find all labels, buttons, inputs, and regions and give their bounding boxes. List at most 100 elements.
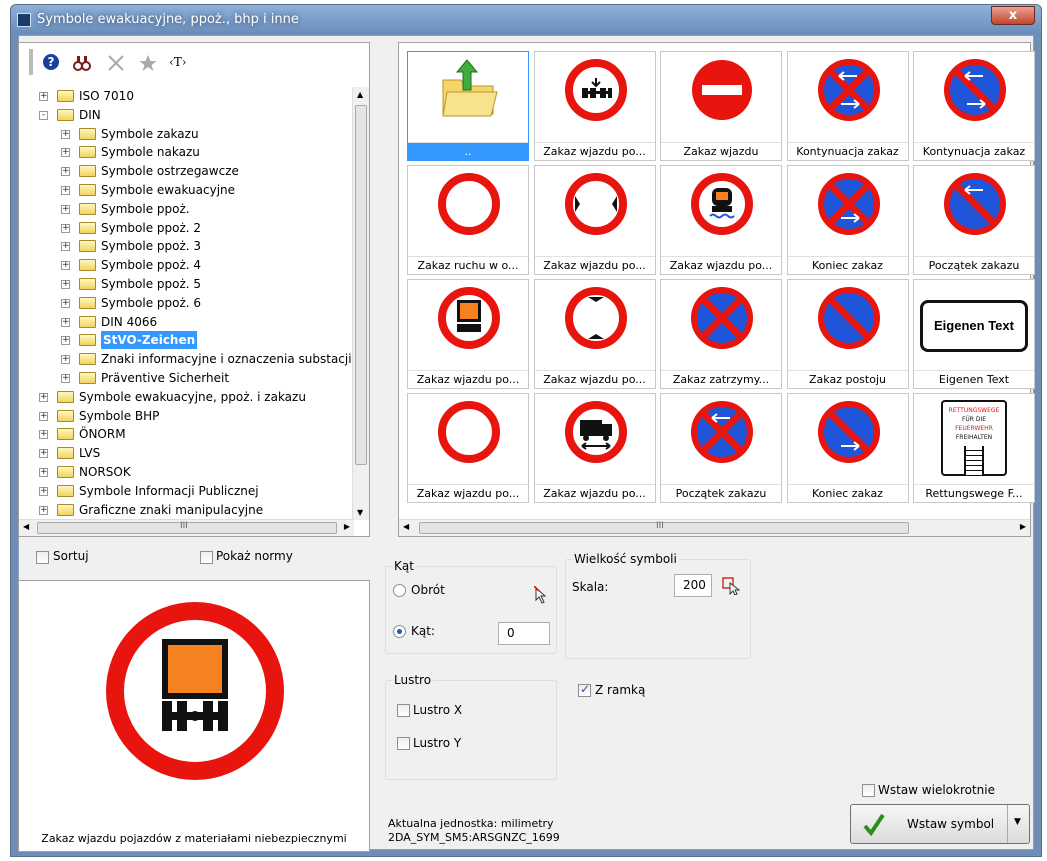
expand-toggle-icon[interactable]: +	[39, 430, 48, 440]
expand-toggle-icon[interactable]: +	[39, 411, 48, 421]
current-unit-text: Aktualna jednostka: milimetry	[388, 817, 554, 830]
symbol-cell[interactable]: ..	[407, 51, 529, 161]
expand-toggle-icon[interactable]: +	[61, 374, 70, 383]
pick-scale-cursor-icon[interactable]	[722, 577, 740, 595]
insert-dropdown-toggle[interactable]: ▼	[1007, 805, 1029, 843]
symbol-cell[interactable]: Zakaz zatrzymy...	[660, 279, 782, 389]
close-button[interactable]: x	[991, 6, 1035, 25]
symbol-caption: Zakaz wjazdu po...	[661, 256, 781, 274]
expand-toggle-icon[interactable]: -	[39, 110, 48, 120]
show-norms-checkbox[interactable]	[200, 551, 213, 564]
folder-icon	[79, 184, 96, 196]
symbol-cell[interactable]: Zakaz postoju	[786, 279, 909, 389]
expand-toggle-icon[interactable]: +	[61, 355, 70, 365]
tree-item-label: Symbole ostrzegawcze	[101, 164, 239, 179]
expand-toggle-icon[interactable]: +	[39, 449, 48, 459]
expand-toggle-icon[interactable]: +	[61, 223, 70, 233]
expand-toggle-icon[interactable]: +	[61, 186, 70, 195]
toolbar-grip[interactable]	[29, 49, 33, 75]
symbol-cell[interactable]: Początek zakazu	[660, 393, 782, 503]
rotate-radio[interactable]	[393, 584, 406, 597]
symbol-cell[interactable]: Zakaz wjazdu po...	[533, 393, 656, 503]
expand-toggle-icon[interactable]: +	[61, 242, 70, 252]
chevron-down-icon: ▼	[1014, 817, 1021, 827]
expand-toggle-icon[interactable]: +	[39, 468, 48, 477]
insert-symbol-button[interactable]: Wstaw symbol ▼	[850, 804, 1030, 844]
scroll-left-arrow-icon[interactable]: ◀	[23, 522, 29, 531]
symbol-cell[interactable]: Zakaz wjazdu po...	[407, 279, 529, 389]
grid-horizontal-scrollbar[interactable]: ◀ III ▶	[399, 519, 1030, 536]
symbol-cell[interactable]: Zakaz ruchu w o...	[407, 165, 529, 275]
symbol-cell[interactable]: Zakaz wjazdu po...	[407, 393, 529, 503]
symbol-caption: Kontynuacja zakaz	[914, 142, 1034, 160]
angle-input[interactable]: 0	[498, 622, 550, 645]
scroll-down-arrow-icon[interactable]: ▼	[357, 508, 363, 517]
expand-toggle-icon[interactable]: +	[61, 336, 70, 346]
expand-toggle-icon[interactable]: +	[61, 298, 70, 308]
text-tag-icon[interactable]: ‹T›	[169, 54, 187, 70]
symbol-caption: ..	[408, 142, 528, 160]
expand-toggle-icon[interactable]: +	[39, 392, 48, 402]
expand-toggle-icon[interactable]: +	[39, 92, 48, 101]
symbol-caption: Zakaz wjazdu po...	[534, 370, 655, 388]
insert-multiple-checkbox[interactable]	[862, 784, 875, 797]
pick-rotation-cursor-icon[interactable]	[534, 586, 548, 604]
empty-circle-icon	[438, 401, 500, 463]
symbol-cell[interactable]: Kontynuacja zakaz	[913, 51, 1035, 161]
folder-up-icon	[442, 59, 498, 117]
symbol-cell[interactable]: Zakaz wjazdu po...	[533, 51, 656, 161]
preview-caption: Zakaz wjazdu pojazdów z materiałami nieb…	[41, 832, 347, 845]
height-limit-icon	[564, 287, 627, 349]
expand-toggle-icon[interactable]: +	[61, 148, 70, 158]
grid-scroll-left-icon[interactable]: ◀	[403, 522, 409, 531]
symbol-cell[interactable]: Kontynuacja zakaz	[786, 51, 909, 161]
symbol-cell[interactable]: Koniec zakaz	[786, 393, 909, 503]
grid-scroll-right-icon[interactable]: ▶	[1020, 522, 1026, 531]
angle-radio[interactable]	[393, 625, 406, 638]
scroll-grip-label: III	[180, 521, 188, 531]
symbol-cell[interactable]: Zakaz wjazdu	[660, 51, 782, 161]
help-icon[interactable]: ?	[43, 54, 59, 70]
favorite-star-icon[interactable]	[139, 54, 157, 72]
expand-toggle-icon[interactable]: +	[61, 280, 70, 289]
tree-vertical-scrollbar[interactable]: ▲ ▼	[352, 87, 369, 520]
folder-icon	[57, 503, 74, 516]
mirror-y-checkbox[interactable]	[397, 737, 410, 750]
expand-toggle-icon[interactable]: +	[61, 317, 70, 327]
expand-toggle-icon[interactable]: +	[61, 167, 70, 177]
mirror-x-checkbox[interactable]	[397, 704, 410, 717]
sort-checkbox[interactable]	[36, 551, 49, 564]
frame-checkbox[interactable]	[578, 682, 591, 697]
tree-item-label: Präventive Sicherheit	[101, 371, 230, 385]
title-bar[interactable]: Symbole ewakuacyjne, ppoż., bhp i inne x	[11, 5, 1041, 35]
insert-multiple-label: Wstaw wielokrotnie	[878, 783, 995, 797]
tree-scroll-thumb[interactable]	[355, 105, 367, 465]
expand-toggle-icon[interactable]: +	[61, 204, 70, 214]
symbol-cell[interactable]: Eigenen Text Eigenen Text	[913, 279, 1035, 389]
tree-item-label: Symbole ppoż. 4	[101, 258, 202, 273]
folder-icon	[79, 259, 96, 272]
scroll-up-arrow-icon[interactable]: ▲	[357, 90, 363, 99]
symbol-cell[interactable]: Zakaz wjazdu po...	[660, 165, 782, 275]
delete-icon[interactable]	[107, 54, 125, 72]
symbol-cell[interactable]: RETTUNGSWEGE FÜR DIE FEUERWEHR FREIHALTEN Re…	[913, 393, 1035, 503]
symbol-cell[interactable]: Początek zakazu	[913, 165, 1035, 275]
folder-icon	[79, 278, 96, 290]
expand-toggle-icon[interactable]: +	[39, 486, 48, 496]
binoculars-icon[interactable]	[73, 54, 91, 72]
tree-hscroll-thumb[interactable]: III	[37, 521, 337, 534]
category-tree: + ISO 7010 - DIN + Symbole zakazu + Symbole nak…	[19, 87, 354, 520]
scale-input[interactable]: 200	[674, 574, 712, 597]
symbol-cell[interactable]: Zakaz wjazdu po...	[533, 279, 656, 389]
folder-icon	[79, 165, 96, 178]
expand-toggle-icon[interactable]: +	[61, 261, 70, 271]
tree-horizontal-scrollbar[interactable]: ◀ III ▶	[19, 519, 354, 536]
expand-toggle-icon[interactable]: +	[61, 129, 70, 139]
category-tree-panel: ? ‹T› + ISO 7010 - DIN + Symbole zakazu + Symbo…	[18, 42, 370, 537]
symbol-cell[interactable]: Zakaz wjazdu po...	[533, 165, 656, 275]
scroll-right-arrow-icon[interactable]: ▶	[344, 522, 350, 531]
symbol-cell[interactable]: Koniec zakaz	[786, 165, 909, 275]
tree-item-label: DIN	[79, 107, 101, 122]
expand-toggle-icon[interactable]: +	[39, 505, 48, 515]
grid-scroll-thumb[interactable]: III	[419, 521, 909, 534]
